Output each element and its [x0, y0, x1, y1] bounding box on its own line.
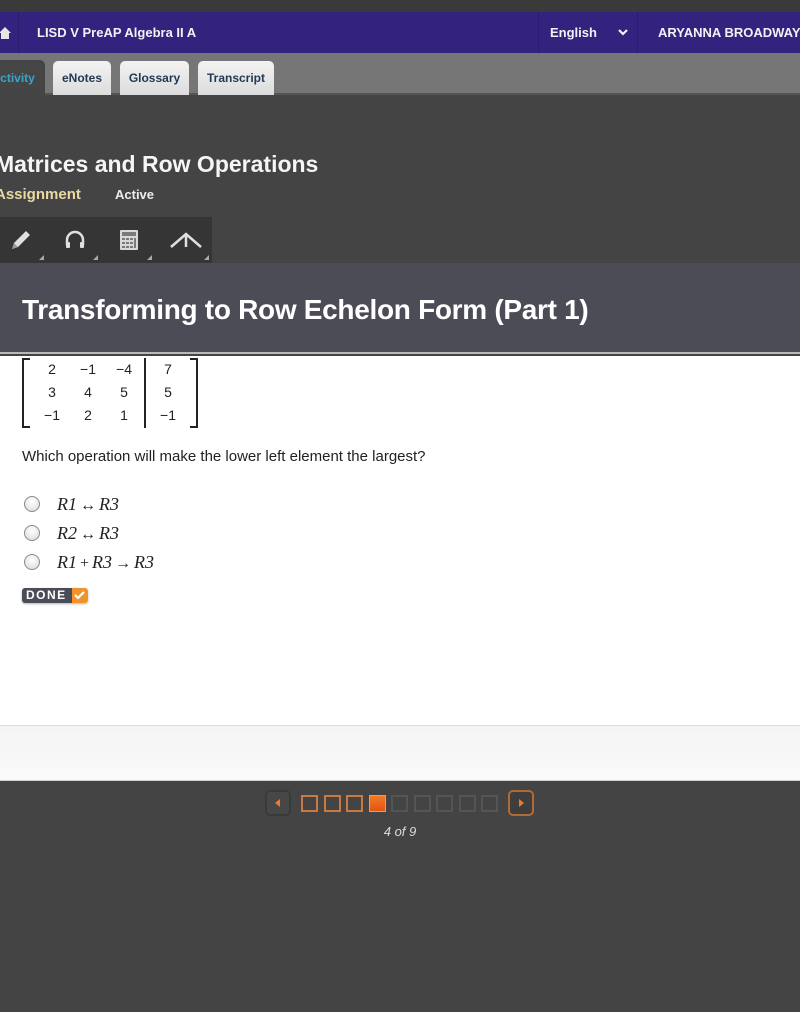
matrix-cell: 5 [120, 384, 128, 400]
lesson-title: Matrices and Row Operations [0, 151, 319, 177]
arrow-left-icon [275, 799, 280, 807]
checkmark-icon [71, 588, 88, 603]
assignment-type: Assignment [0, 186, 81, 203]
matrix-cell: 4 [84, 384, 92, 400]
chevron-down-icon [618, 29, 628, 36]
page-count: 4 of 9 [383, 824, 417, 839]
matrix-cell: −4 [116, 361, 132, 377]
radio-button[interactable] [24, 496, 40, 512]
pencil-icon [12, 231, 30, 249]
top-navigation-bar: LISD V PreAP Algebra II A English ARYANN… [0, 12, 800, 53]
calculator-icon [120, 230, 138, 250]
page-indicator-9[interactable] [481, 795, 498, 812]
reference-tool-button[interactable] [160, 217, 212, 263]
matrix-cell: 2 [84, 407, 92, 423]
page-indicator-7[interactable] [436, 795, 453, 812]
matrix-cell: 3 [48, 384, 56, 400]
option-label: R1 ↔ R3 [57, 493, 119, 514]
page-indicator-6[interactable] [413, 795, 431, 812]
question-content: 2 −1 −4 7 3 4 5 5 −1 2 1 −1 Which operation will ma… [0, 356, 800, 725]
tab-label: Glossary [128, 71, 181, 85]
tab-glossary[interactable]: Glossary [120, 61, 189, 95]
tab-activity[interactable]: ctivity [0, 60, 45, 95]
calculator-tool-button[interactable] [103, 217, 155, 263]
course-title: LISD V PreAP Algebra II A [37, 25, 197, 40]
done-label: DONE [22, 588, 72, 603]
question-banner: Transforming to Row Echelon Form (Part 1… [0, 263, 800, 354]
tool-menu-corner [39, 255, 44, 260]
done-button[interactable]: DONE [22, 588, 88, 603]
tool-menu-corner [93, 255, 98, 260]
matrix-cell: 7 [164, 361, 172, 377]
tab-label: Transcript [206, 71, 266, 85]
tab-bar: ctivity eNotes Glossary Transcript [0, 53, 800, 95]
tool-menu-corner [204, 255, 209, 260]
augment-divider [144, 358, 146, 428]
next-page-button[interactable] [508, 790, 534, 816]
answer-option-2[interactable]: R2 ↔ R3 [24, 521, 119, 545]
audio-tool-button[interactable] [49, 217, 101, 263]
question-text: Which operation will make the lower left… [22, 448, 426, 465]
matrix-cell: 1 [120, 407, 128, 423]
question-title: Transforming to Row Echelon Form (Part 1… [22, 294, 589, 325]
previous-page-button[interactable] [265, 790, 291, 816]
matrix-cell: −1 [160, 407, 176, 423]
page-indicator-1[interactable] [301, 795, 318, 812]
home-button[interactable] [0, 12, 19, 53]
matrix-cell: −1 [44, 407, 60, 423]
arrow-right-icon [519, 799, 524, 807]
assignment-status: Active [115, 187, 155, 202]
page-indicator-2[interactable] [323, 795, 341, 812]
tool-menu-corner [147, 255, 152, 260]
browser-top-strip [0, 0, 800, 12]
pencil-tool-button[interactable] [0, 217, 47, 263]
content-footer [0, 725, 800, 781]
reference-icon [170, 232, 202, 248]
language-label: English [550, 25, 597, 40]
option-label: R1 + R3 → R3 [57, 551, 155, 572]
matrix-left-bracket [22, 358, 30, 428]
headphones-icon [65, 230, 85, 248]
radio-button[interactable] [24, 525, 40, 541]
home-icon [0, 26, 11, 39]
lesson-header: Matrices and Row Operations Assignment A… [0, 95, 800, 263]
matrix-cell: −1 [80, 361, 96, 377]
page-indicator-8[interactable] [458, 795, 476, 812]
answer-option-3[interactable]: R1 + R3 → R3 [24, 550, 154, 574]
tab-label: ctivity [0, 70, 35, 85]
tool-bar [0, 217, 212, 263]
augmented-matrix: 2 −1 −4 7 3 4 5 5 −1 2 1 −1 [22, 358, 198, 428]
matrix-cell: 2 [48, 361, 56, 377]
page-indicator-3[interactable] [346, 795, 363, 812]
matrix-cell: 5 [164, 384, 172, 400]
tab-enotes[interactable]: eNotes [53, 61, 111, 95]
language-selector[interactable]: English [538, 12, 638, 53]
option-label: R2 ↔ R3 [57, 522, 119, 543]
page-indicator-4[interactable] [368, 795, 386, 812]
tab-label: eNotes [61, 71, 102, 85]
radio-button[interactable] [24, 554, 40, 570]
matrix-right-bracket [190, 358, 198, 428]
user-name[interactable]: ARYANNA BROADWAY [658, 12, 800, 53]
tab-transcript[interactable]: Transcript [198, 61, 274, 95]
page-indicator-5[interactable] [391, 795, 408, 812]
answer-option-1[interactable]: R1 ↔ R3 [24, 492, 119, 516]
pagination-area: 4 of 9 [0, 782, 800, 1012]
